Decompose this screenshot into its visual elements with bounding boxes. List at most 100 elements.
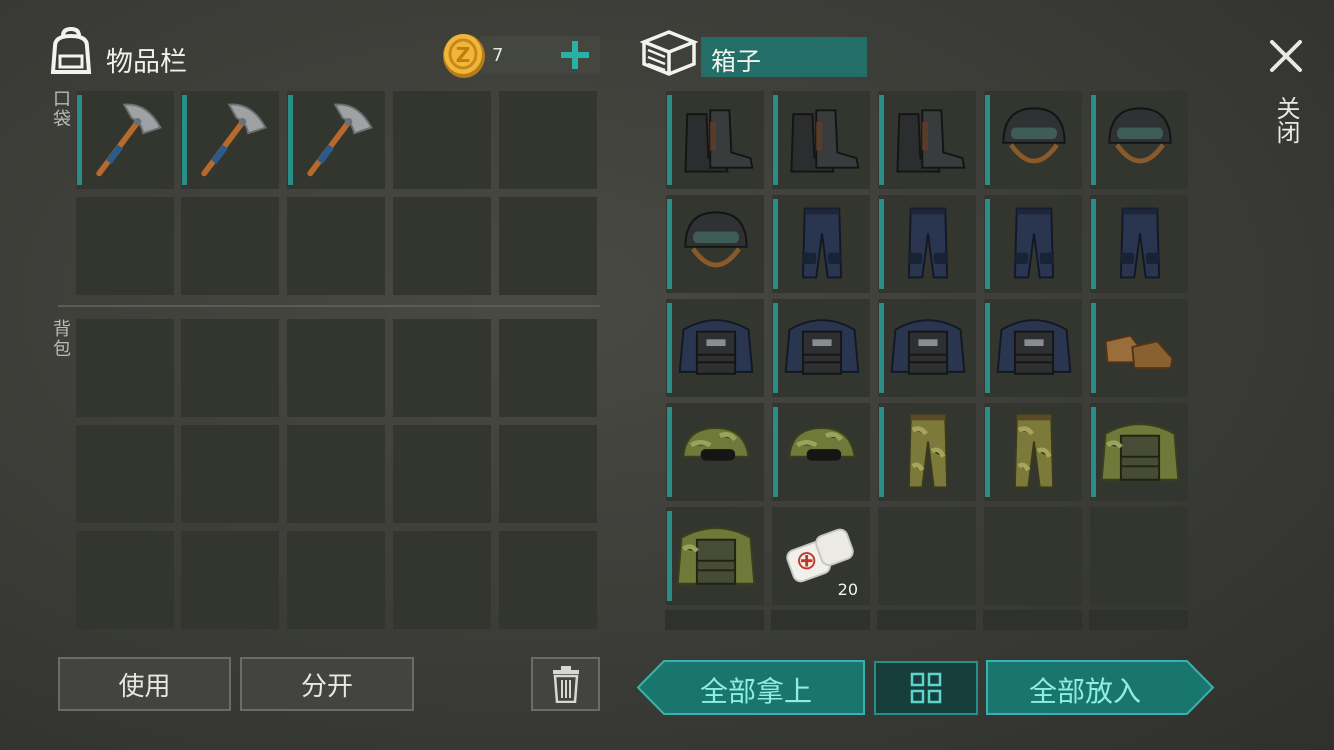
sort-button[interactable] <box>874 661 978 715</box>
box-slot[interactable] <box>878 91 976 189</box>
box-slot[interactable] <box>984 299 1082 397</box>
helmet-icon <box>684 211 748 268</box>
pocket-slot[interactable] <box>393 91 491 189</box>
camo-cap-icon <box>788 427 856 461</box>
pocket-slot[interactable] <box>393 197 491 295</box>
pocket-slot[interactable] <box>181 197 279 295</box>
box-slot[interactable] <box>984 195 1082 293</box>
police-vest-icon <box>996 319 1072 375</box>
split-button[interactable]: 分开 <box>240 657 414 711</box>
box-slot[interactable] <box>984 91 1082 189</box>
plus-icon <box>561 41 589 69</box>
box-slot[interactable] <box>878 403 976 501</box>
pocket-slot[interactable] <box>287 91 385 189</box>
close-button[interactable]: 关闭 <box>1262 36 1310 166</box>
backpack-slot[interactable] <box>393 531 491 629</box>
use-button[interactable]: 使用 <box>58 657 231 711</box>
backpack-slot[interactable] <box>393 319 491 417</box>
trash-button[interactable] <box>531 657 600 711</box>
backpack-icon <box>46 26 96 76</box>
coin-icon: Z <box>440 30 488 80</box>
box-icon <box>639 28 699 78</box>
box-name-field[interactable]: 箱子 <box>701 37 867 77</box>
box-slot[interactable] <box>666 507 764 605</box>
put-all-button[interactable]: 全部放入 <box>985 660 1215 715</box>
box-slot[interactable] <box>1090 195 1188 293</box>
box-slot-partial[interactable] <box>983 610 1082 630</box>
backpack-slot[interactable] <box>499 319 597 417</box>
pocket-slot[interactable] <box>181 91 279 189</box>
pocket-slot[interactable] <box>499 91 597 189</box>
put-all-label: 全部放入 <box>1029 675 1142 708</box>
box-slot[interactable] <box>666 195 764 293</box>
pocket-slot[interactable] <box>76 91 174 189</box>
camo-cap-icon <box>682 427 750 461</box>
pocket-slot[interactable] <box>287 197 385 295</box>
backpack-label: 背包 <box>53 319 71 360</box>
backpack-slot[interactable] <box>76 319 174 417</box>
trash-icon <box>552 666 579 703</box>
box-slot[interactable] <box>878 299 976 397</box>
police-pants-icon <box>1013 207 1055 279</box>
add-coins-button[interactable] <box>558 38 592 72</box>
box-slot[interactable]: 20 <box>772 507 870 605</box>
police-pants-icon <box>801 207 843 279</box>
backpack-slot[interactable] <box>287 531 385 629</box>
box-slot[interactable] <box>772 299 870 397</box>
box-slot-partial[interactable] <box>665 610 764 630</box>
box-slot[interactable] <box>666 403 764 501</box>
box-slot[interactable] <box>984 507 1082 605</box>
item-count: 20 <box>837 580 858 599</box>
pocket-label: 口袋 <box>53 89 71 130</box>
boots-icon <box>896 109 966 173</box>
box-slot[interactable] <box>772 195 870 293</box>
police-pants-icon <box>907 207 949 279</box>
helmet-icon <box>1002 107 1066 164</box>
backpack-slot[interactable] <box>76 425 174 523</box>
box-slot[interactable] <box>666 299 764 397</box>
backpack-slot[interactable] <box>181 531 279 629</box>
boots-icon <box>684 109 754 173</box>
police-vest-icon <box>890 319 966 375</box>
box-slot-partial[interactable] <box>877 610 976 630</box>
pocket-slot[interactable] <box>76 197 174 295</box>
pickaxe-icon <box>307 103 373 177</box>
box-slot[interactable] <box>1090 507 1188 605</box>
section-divider <box>58 305 600 307</box>
pickaxe-icon <box>96 103 162 177</box>
backpack-slot[interactable] <box>499 531 597 629</box>
box-slot[interactable] <box>666 91 764 189</box>
police-vest-icon <box>784 319 860 375</box>
pocket-slot[interactable] <box>499 197 597 295</box>
box-slot[interactable] <box>1090 403 1188 501</box>
camo-pants-icon <box>1013 413 1055 489</box>
backpack-slot[interactable] <box>181 319 279 417</box>
pickaxe-icon <box>201 103 267 177</box>
box-slot[interactable] <box>878 195 976 293</box>
box-slot[interactable] <box>1090 91 1188 189</box>
box-slot-partial[interactable] <box>771 610 870 630</box>
box-slot[interactable] <box>772 91 870 189</box>
take-all-button[interactable]: 全部拿上 <box>636 660 866 715</box>
svg-text:Z: Z <box>456 43 471 67</box>
box-slot[interactable] <box>1090 299 1188 397</box>
box-slot[interactable] <box>772 403 870 501</box>
backpack-slot[interactable] <box>181 425 279 523</box>
coin-count: 7 <box>492 45 504 66</box>
helmet-icon <box>1108 107 1172 164</box>
box-slot[interactable] <box>984 403 1082 501</box>
backpack-slot[interactable] <box>287 319 385 417</box>
boots-icon <box>790 109 860 173</box>
backpack-slot[interactable] <box>76 531 174 629</box>
police-vest-icon <box>678 319 754 375</box>
camo-vest-icon <box>676 527 756 585</box>
backpack-slot[interactable] <box>287 425 385 523</box>
backpack-slot[interactable] <box>393 425 491 523</box>
box-title: 箱子 <box>711 47 762 76</box>
take-all-label: 全部拿上 <box>700 675 813 708</box>
box-slot[interactable] <box>878 507 976 605</box>
box-slot-partial[interactable] <box>1089 610 1188 630</box>
camo-vest-icon <box>1100 423 1180 481</box>
backpack-slot[interactable] <box>499 425 597 523</box>
close-label: 关闭 <box>1272 96 1300 144</box>
